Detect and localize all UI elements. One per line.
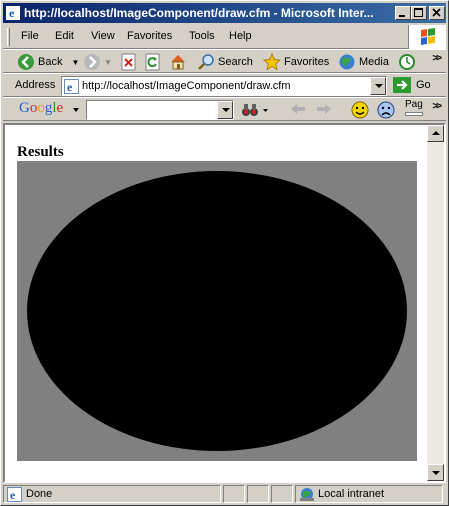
address-url: http://localhost/ImageComponent/draw.cfm (82, 80, 291, 92)
binoculars-icon (242, 104, 268, 116)
scroll-up-button[interactable] (427, 125, 444, 142)
google-search-dropdown-button[interactable] (217, 101, 233, 119)
menu-edit[interactable]: Edit (55, 30, 74, 42)
status-text: Done (26, 488, 53, 500)
smiley-sad-icon (377, 101, 395, 119)
menu-help[interactable]: Help (229, 30, 252, 42)
toolbar-chevron-icon[interactable]: >> (432, 53, 442, 64)
google-back-icon (291, 104, 305, 114)
menu-tools[interactable]: Tools (189, 30, 215, 42)
forward-icon (84, 54, 100, 70)
history-button[interactable] (398, 52, 416, 72)
smiley-happy-icon (351, 101, 369, 119)
stop-icon (121, 53, 136, 71)
zone-text: Local intranet (318, 488, 385, 500)
browser-window: e http://localhost/ImageComponent/draw.c… (0, 0, 449, 506)
menu-file[interactable]: File (21, 30, 39, 42)
windows-flag-icon (421, 28, 435, 45)
search-icon (198, 54, 214, 70)
forward-dropdown-icon[interactable]: ▼ (104, 58, 112, 67)
close-icon (432, 8, 441, 17)
search-button[interactable]: Search (197, 52, 253, 72)
pagerank-indicator[interactable]: Pag (405, 100, 423, 116)
minimize-icon (399, 15, 405, 17)
svg-text:e: e (67, 80, 73, 94)
back-button[interactable]: Back ▼ (17, 52, 79, 72)
status-main-panel: e Done (3, 485, 221, 503)
google-search-input[interactable] (86, 100, 234, 120)
google-logo[interactable]: Google (19, 100, 63, 117)
vertical-scrollbar[interactable] (427, 125, 444, 481)
pagerank-label: Pag (405, 99, 423, 110)
google-search-web-button[interactable] (241, 101, 269, 122)
local-intranet-icon (300, 488, 314, 501)
vote-happy-button[interactable] (351, 101, 369, 122)
address-input[interactable]: e http://localhost/ImageComponent/draw.c… (61, 76, 387, 96)
page-icon: e (64, 79, 79, 94)
search-label: Search (218, 56, 253, 68)
media-label: Media (359, 56, 389, 68)
pagerank-bar (405, 112, 423, 116)
google-back-button[interactable] (289, 101, 307, 120)
forward-button[interactable]: ▼ (83, 52, 112, 72)
toolbar-grip[interactable] (7, 28, 10, 46)
window-title: http://localhost/ImageComponent/draw.cfm… (24, 6, 374, 20)
svg-text:e: e (9, 6, 15, 20)
home-icon (171, 55, 185, 70)
status-panel-1 (223, 485, 245, 503)
title-bar[interactable]: e http://localhost/ImageComponent/draw.c… (3, 3, 446, 23)
minimize-button[interactable] (395, 6, 411, 20)
maximize-icon (414, 8, 423, 17)
google-menu-caret-icon[interactable] (73, 108, 79, 112)
drawn-image (17, 161, 417, 461)
home-button[interactable] (169, 52, 187, 72)
favorites-button[interactable]: Favorites (263, 52, 329, 72)
page-done-icon: e (7, 487, 22, 502)
svg-text:e: e (10, 488, 16, 502)
back-dropdown-icon[interactable]: ▼ (71, 58, 79, 67)
google-forward-button[interactable] (315, 101, 333, 120)
history-icon (399, 54, 415, 70)
go-button[interactable]: Go (393, 77, 431, 93)
back-label: Back (38, 56, 63, 68)
status-panel-2 (247, 485, 269, 503)
maximize-button[interactable] (411, 6, 427, 20)
media-icon (339, 54, 355, 70)
black-ellipse (27, 171, 407, 451)
media-button[interactable]: Media (338, 52, 389, 72)
address-bar: Address e http://localhost/ImageComponen… (3, 73, 446, 97)
status-panel-3 (271, 485, 293, 503)
ie-icon: e (6, 6, 20, 20)
stop-button[interactable] (121, 52, 137, 72)
standard-toolbar: Back ▼ ▼ Search Favorites Media >> (3, 49, 446, 73)
vote-sad-button[interactable] (377, 101, 395, 122)
page-heading: Results (17, 144, 64, 160)
menu-view[interactable]: View (91, 30, 115, 42)
close-button[interactable] (429, 6, 445, 20)
menu-favorites[interactable]: Favorites (127, 30, 172, 42)
go-label: Go (416, 79, 431, 91)
menu-bar: File Edit View Favorites Tools Help (3, 25, 446, 49)
back-icon (18, 54, 34, 70)
google-forward-icon (317, 104, 331, 114)
scroll-down-button[interactable] (427, 464, 444, 481)
favorites-label: Favorites (284, 56, 330, 68)
zone-panel: Local intranet (295, 485, 443, 503)
google-toolbar: Google Pag >> (3, 97, 446, 121)
google-toolbar-chevron-icon[interactable]: >> (432, 101, 442, 112)
favorites-icon (263, 53, 281, 71)
address-label: Address (15, 79, 56, 91)
status-bar: e Done Local intranet (3, 485, 446, 503)
address-dropdown-button[interactable] (370, 77, 386, 95)
content-frame: Results (3, 123, 446, 483)
refresh-icon (145, 53, 160, 71)
refresh-button[interactable] (145, 52, 161, 72)
windows-logo (408, 25, 446, 49)
page-content: Results (5, 125, 427, 481)
go-arrow-icon (393, 77, 411, 93)
